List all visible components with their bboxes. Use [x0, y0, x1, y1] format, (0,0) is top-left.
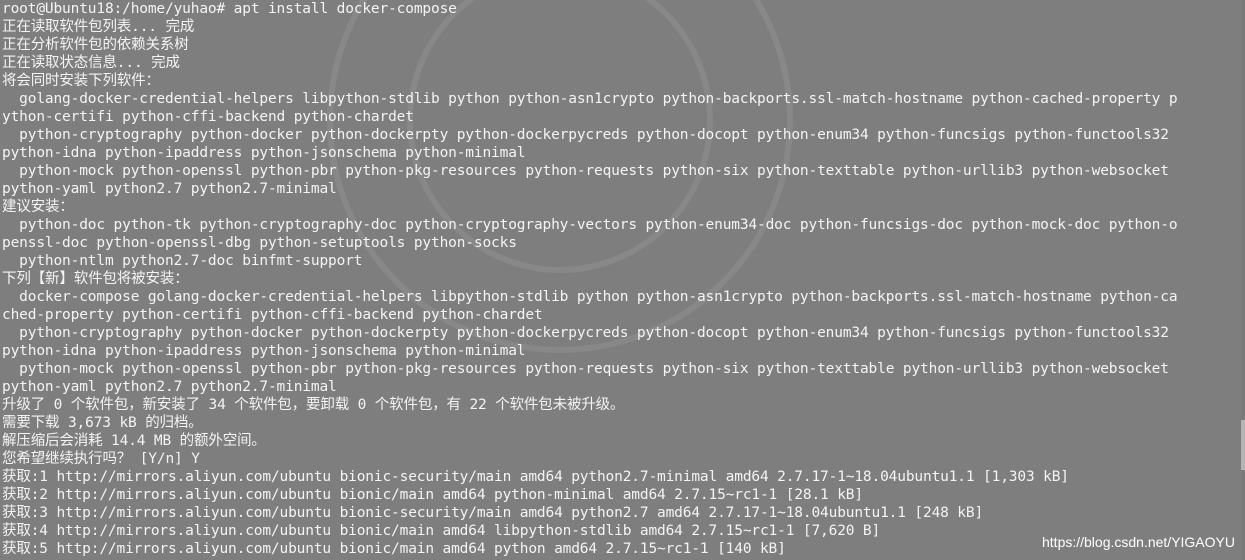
terminal-line: docker-compose golang-docker-credential-…: [2, 289, 1178, 305]
terminal-line: 下列【新】软件包将被安装：: [2, 271, 189, 287]
terminal-line: 升级了 0 个软件包，新安装了 34 个软件包，要卸载 0 个软件包，有 22 …: [2, 397, 625, 413]
terminal-line: 正在分析软件包的依赖关系树: [2, 37, 189, 53]
terminal-line: 正在读取状态信息... 完成: [2, 55, 180, 71]
terminal-line: 获取:3 http://mirrors.aliyun.com/ubuntu bi…: [2, 505, 984, 521]
watermark-text: https://blog.csdn.net/YIGAOYU: [1042, 534, 1235, 550]
terminal-line: 获取:2 http://mirrors.aliyun.com/ubuntu bi…: [2, 487, 863, 503]
terminal-line: ython-certifi python-cffi-backend python…: [2, 109, 414, 125]
terminal-line: 获取:1 http://mirrors.aliyun.com/ubuntu bi…: [2, 469, 1069, 485]
terminal-line: golang-docker-credential-helpers libpyth…: [2, 91, 1178, 107]
terminal-line: penssl-doc python-openssl-dbg python-set…: [2, 235, 517, 251]
terminal-line: python-yaml python2.7 python2.7-minimal: [2, 379, 337, 395]
terminal-line: python-cryptography python-docker python…: [2, 127, 1169, 143]
terminal-line: python-idna python-ipaddress python-json…: [2, 145, 526, 161]
terminal-line: 解压缩后会消耗 14.4 MB 的额外空间。: [2, 433, 266, 449]
terminal-line: python-yaml python2.7 python2.7-minimal: [2, 181, 337, 197]
terminal-line: python-ntlm python2.7-doc binfmt-support: [2, 253, 363, 269]
terminal-line: python-doc python-tk python-cryptography…: [2, 217, 1178, 233]
terminal-line: 您希望继续执行吗？ [Y/n] Y: [2, 451, 200, 467]
terminal-line: python-mock python-openssl python-pbr py…: [2, 163, 1169, 179]
terminal-line: 将会同时安装下列软件：: [2, 73, 160, 89]
terminal-line: 正在读取软件包列表... 完成: [2, 19, 195, 35]
terminal-line: 需要下载 3,673 kB 的归档。: [2, 415, 203, 431]
terminal-line: python-idna python-ipaddress python-json…: [2, 343, 526, 359]
terminal-line: python-cryptography python-docker python…: [2, 325, 1169, 341]
terminal-line: python-mock python-openssl python-pbr py…: [2, 361, 1169, 377]
terminal-scrollbar[interactable]: [1241, 0, 1245, 560]
terminal-line: 建议安装：: [2, 199, 74, 215]
terminal-line: root@Ubuntu18:/home/yuhao# apt install d…: [2, 1, 457, 17]
scrollbar-thumb[interactable]: [1241, 420, 1245, 470]
terminal-line: ched-property python-certifi python-cffi…: [2, 307, 543, 323]
terminal-output[interactable]: root@Ubuntu18:/home/yuhao# apt install d…: [2, 0, 1245, 558]
